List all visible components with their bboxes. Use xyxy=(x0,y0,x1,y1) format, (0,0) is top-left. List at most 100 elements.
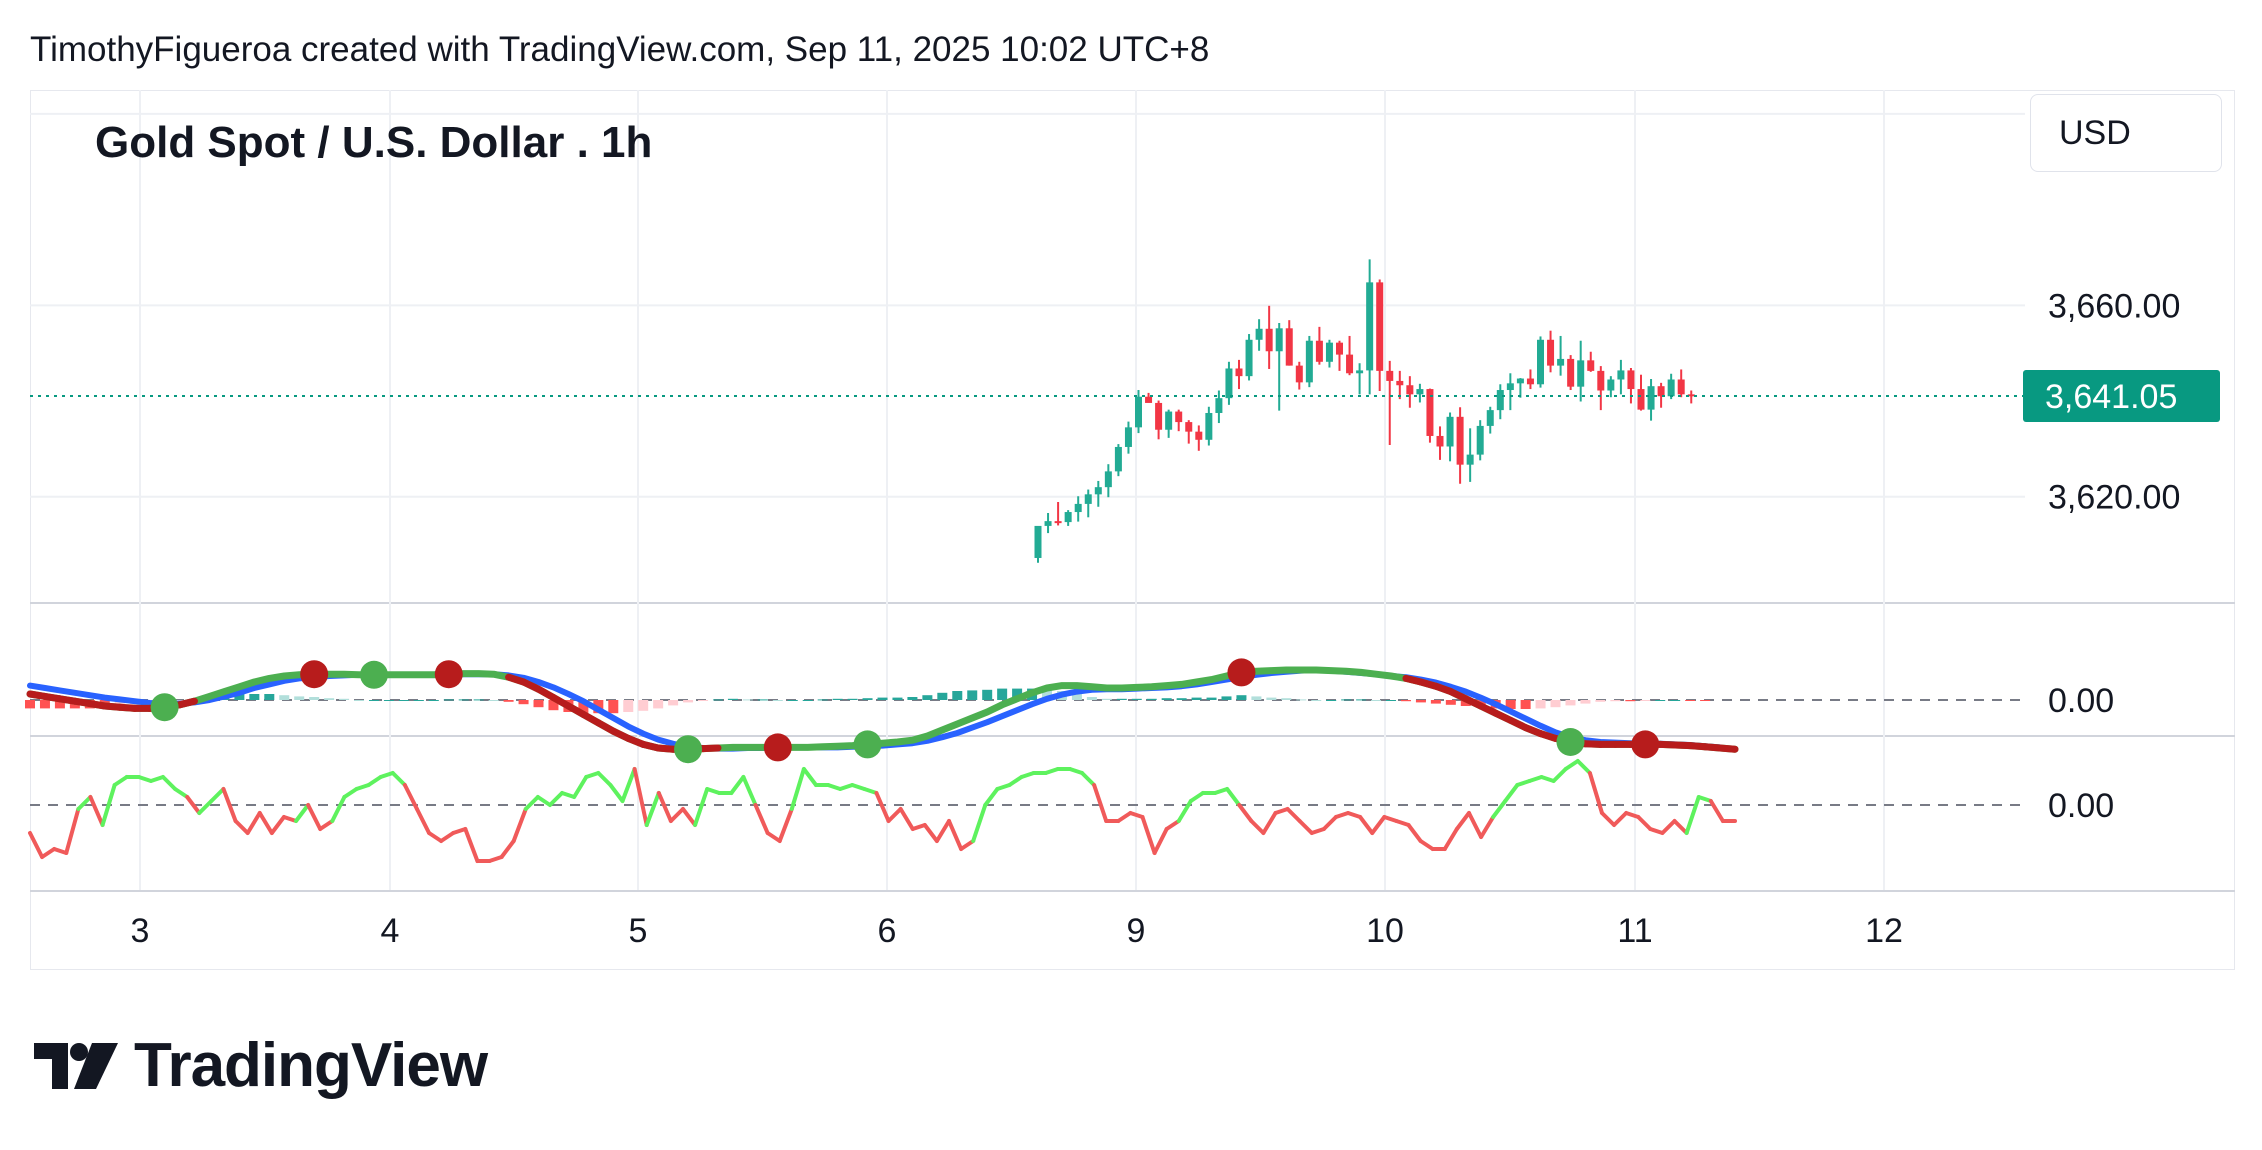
candle-body[interactable] xyxy=(1577,360,1585,387)
candle-body[interactable] xyxy=(1165,411,1173,430)
candle-body[interactable] xyxy=(1155,402,1163,430)
candle-body[interactable] xyxy=(1436,435,1444,447)
histogram-bar xyxy=(1206,697,1217,700)
candle-body[interactable] xyxy=(1607,379,1615,391)
histogram-bar xyxy=(398,700,409,701)
oscillator-segment xyxy=(1563,759,1580,771)
cross-marker[interactable] xyxy=(1227,658,1256,687)
candle-body[interactable] xyxy=(1235,368,1243,377)
candle-body[interactable] xyxy=(1175,411,1183,423)
candle-body[interactable] xyxy=(1285,328,1293,366)
oscillator-segment xyxy=(294,803,311,823)
oscillator-segment xyxy=(620,767,637,803)
candle-body[interactable] xyxy=(1456,416,1464,465)
x-tick-label: 11 xyxy=(1617,912,1652,950)
candle-body[interactable] xyxy=(1446,416,1454,447)
candle-body[interactable] xyxy=(1064,512,1072,523)
candle-body[interactable] xyxy=(1366,282,1374,371)
candle-body[interactable] xyxy=(1074,503,1082,513)
cross-marker[interactable] xyxy=(434,660,463,689)
candle-body[interactable] xyxy=(1114,446,1122,472)
cross-marker[interactable] xyxy=(853,730,882,759)
candle-body[interactable] xyxy=(1185,422,1193,432)
candle-body[interactable] xyxy=(1506,383,1514,391)
oscillator-segment xyxy=(1164,819,1181,831)
candle-body[interactable] xyxy=(1094,487,1102,495)
oscillator-segment xyxy=(1358,815,1375,835)
candle-body[interactable] xyxy=(1647,386,1655,410)
candle-body[interactable] xyxy=(1466,454,1474,465)
candle-body[interactable] xyxy=(1667,379,1675,397)
histogram-bar xyxy=(847,698,858,700)
candle-body[interactable] xyxy=(1526,378,1534,385)
histogram-bar xyxy=(39,700,50,709)
candle-body[interactable] xyxy=(1637,389,1645,410)
oscillator-segment xyxy=(318,819,335,831)
candle-body[interactable] xyxy=(1205,412,1213,440)
candle-body[interactable] xyxy=(1044,521,1052,526)
candle-body[interactable] xyxy=(1376,282,1384,371)
oscillator-segment xyxy=(1636,815,1653,831)
candle-body[interactable] xyxy=(1476,425,1484,455)
histogram-bar xyxy=(1146,698,1157,700)
candle-body[interactable] xyxy=(1496,390,1504,411)
candle-body[interactable] xyxy=(1627,370,1635,390)
candle-body[interactable] xyxy=(1145,396,1153,403)
cross-marker[interactable] xyxy=(674,735,703,764)
oscillator-segment xyxy=(1188,791,1205,803)
candle-body[interactable] xyxy=(1305,340,1313,383)
chart-canvas[interactable]: 3,620.003,660.003,700.003,641.050.000.00… xyxy=(0,0,2262,1150)
tradingview-logo[interactable]: TradingView xyxy=(34,1030,488,1101)
candle-body[interactable] xyxy=(1135,396,1142,428)
candle-body[interactable] xyxy=(1516,378,1524,384)
cross-marker[interactable] xyxy=(359,660,388,689)
candle-body[interactable] xyxy=(1084,494,1092,504)
candle-body[interactable] xyxy=(1356,370,1364,374)
candle-body[interactable] xyxy=(1346,354,1354,374)
candle-body[interactable] xyxy=(1225,368,1233,399)
histogram-bar xyxy=(1670,700,1681,701)
candle-body[interactable] xyxy=(1336,342,1343,355)
candle-body[interactable] xyxy=(1124,427,1132,447)
histogram-bar xyxy=(1415,700,1426,703)
oscillator-segment xyxy=(366,775,383,787)
candle-body[interactable] xyxy=(1275,328,1283,352)
candle-body[interactable] xyxy=(1325,342,1333,362)
oscillator-segment xyxy=(729,775,746,795)
candle-body[interactable] xyxy=(1215,398,1223,413)
candle-body[interactable] xyxy=(1245,339,1253,377)
oscillator-segment xyxy=(971,803,988,843)
cross-marker[interactable] xyxy=(1556,728,1585,756)
candle-body[interactable] xyxy=(1416,389,1424,395)
histogram-bar xyxy=(877,697,888,700)
candle-body[interactable] xyxy=(1315,340,1323,362)
candle-body[interactable] xyxy=(1255,328,1263,340)
candle-body[interactable] xyxy=(1386,370,1394,381)
candle-body[interactable] xyxy=(1195,431,1203,440)
oscillator-segment xyxy=(257,811,274,835)
candle-body[interactable] xyxy=(1034,525,1042,558)
oscillator-segment xyxy=(439,831,456,843)
candle-body[interactable] xyxy=(1486,410,1494,426)
candle-body[interactable] xyxy=(1567,358,1575,387)
candle-body[interactable] xyxy=(1406,385,1414,395)
oscillator-segment xyxy=(1612,811,1629,827)
cross-marker[interactable] xyxy=(763,733,792,762)
candle-body[interactable] xyxy=(1657,386,1665,397)
candle-body[interactable] xyxy=(1104,471,1112,488)
cross-marker[interactable] xyxy=(150,693,179,722)
candle-body[interactable] xyxy=(1054,521,1062,524)
candle-body[interactable] xyxy=(1617,370,1625,380)
candle-body[interactable] xyxy=(1547,339,1555,366)
candle-body[interactable] xyxy=(1677,379,1685,395)
candle-body[interactable] xyxy=(1557,358,1565,366)
currency-selector[interactable]: USD xyxy=(2030,94,2222,172)
cross-marker[interactable] xyxy=(300,660,329,689)
cross-marker[interactable] xyxy=(1631,730,1660,759)
candle-body[interactable] xyxy=(1265,328,1273,352)
candle-body[interactable] xyxy=(1396,380,1404,386)
candle-body[interactable] xyxy=(1597,370,1605,391)
candle-body[interactable] xyxy=(1295,365,1303,383)
candle-body[interactable] xyxy=(1587,360,1595,371)
candle-body[interactable] xyxy=(1537,339,1544,385)
